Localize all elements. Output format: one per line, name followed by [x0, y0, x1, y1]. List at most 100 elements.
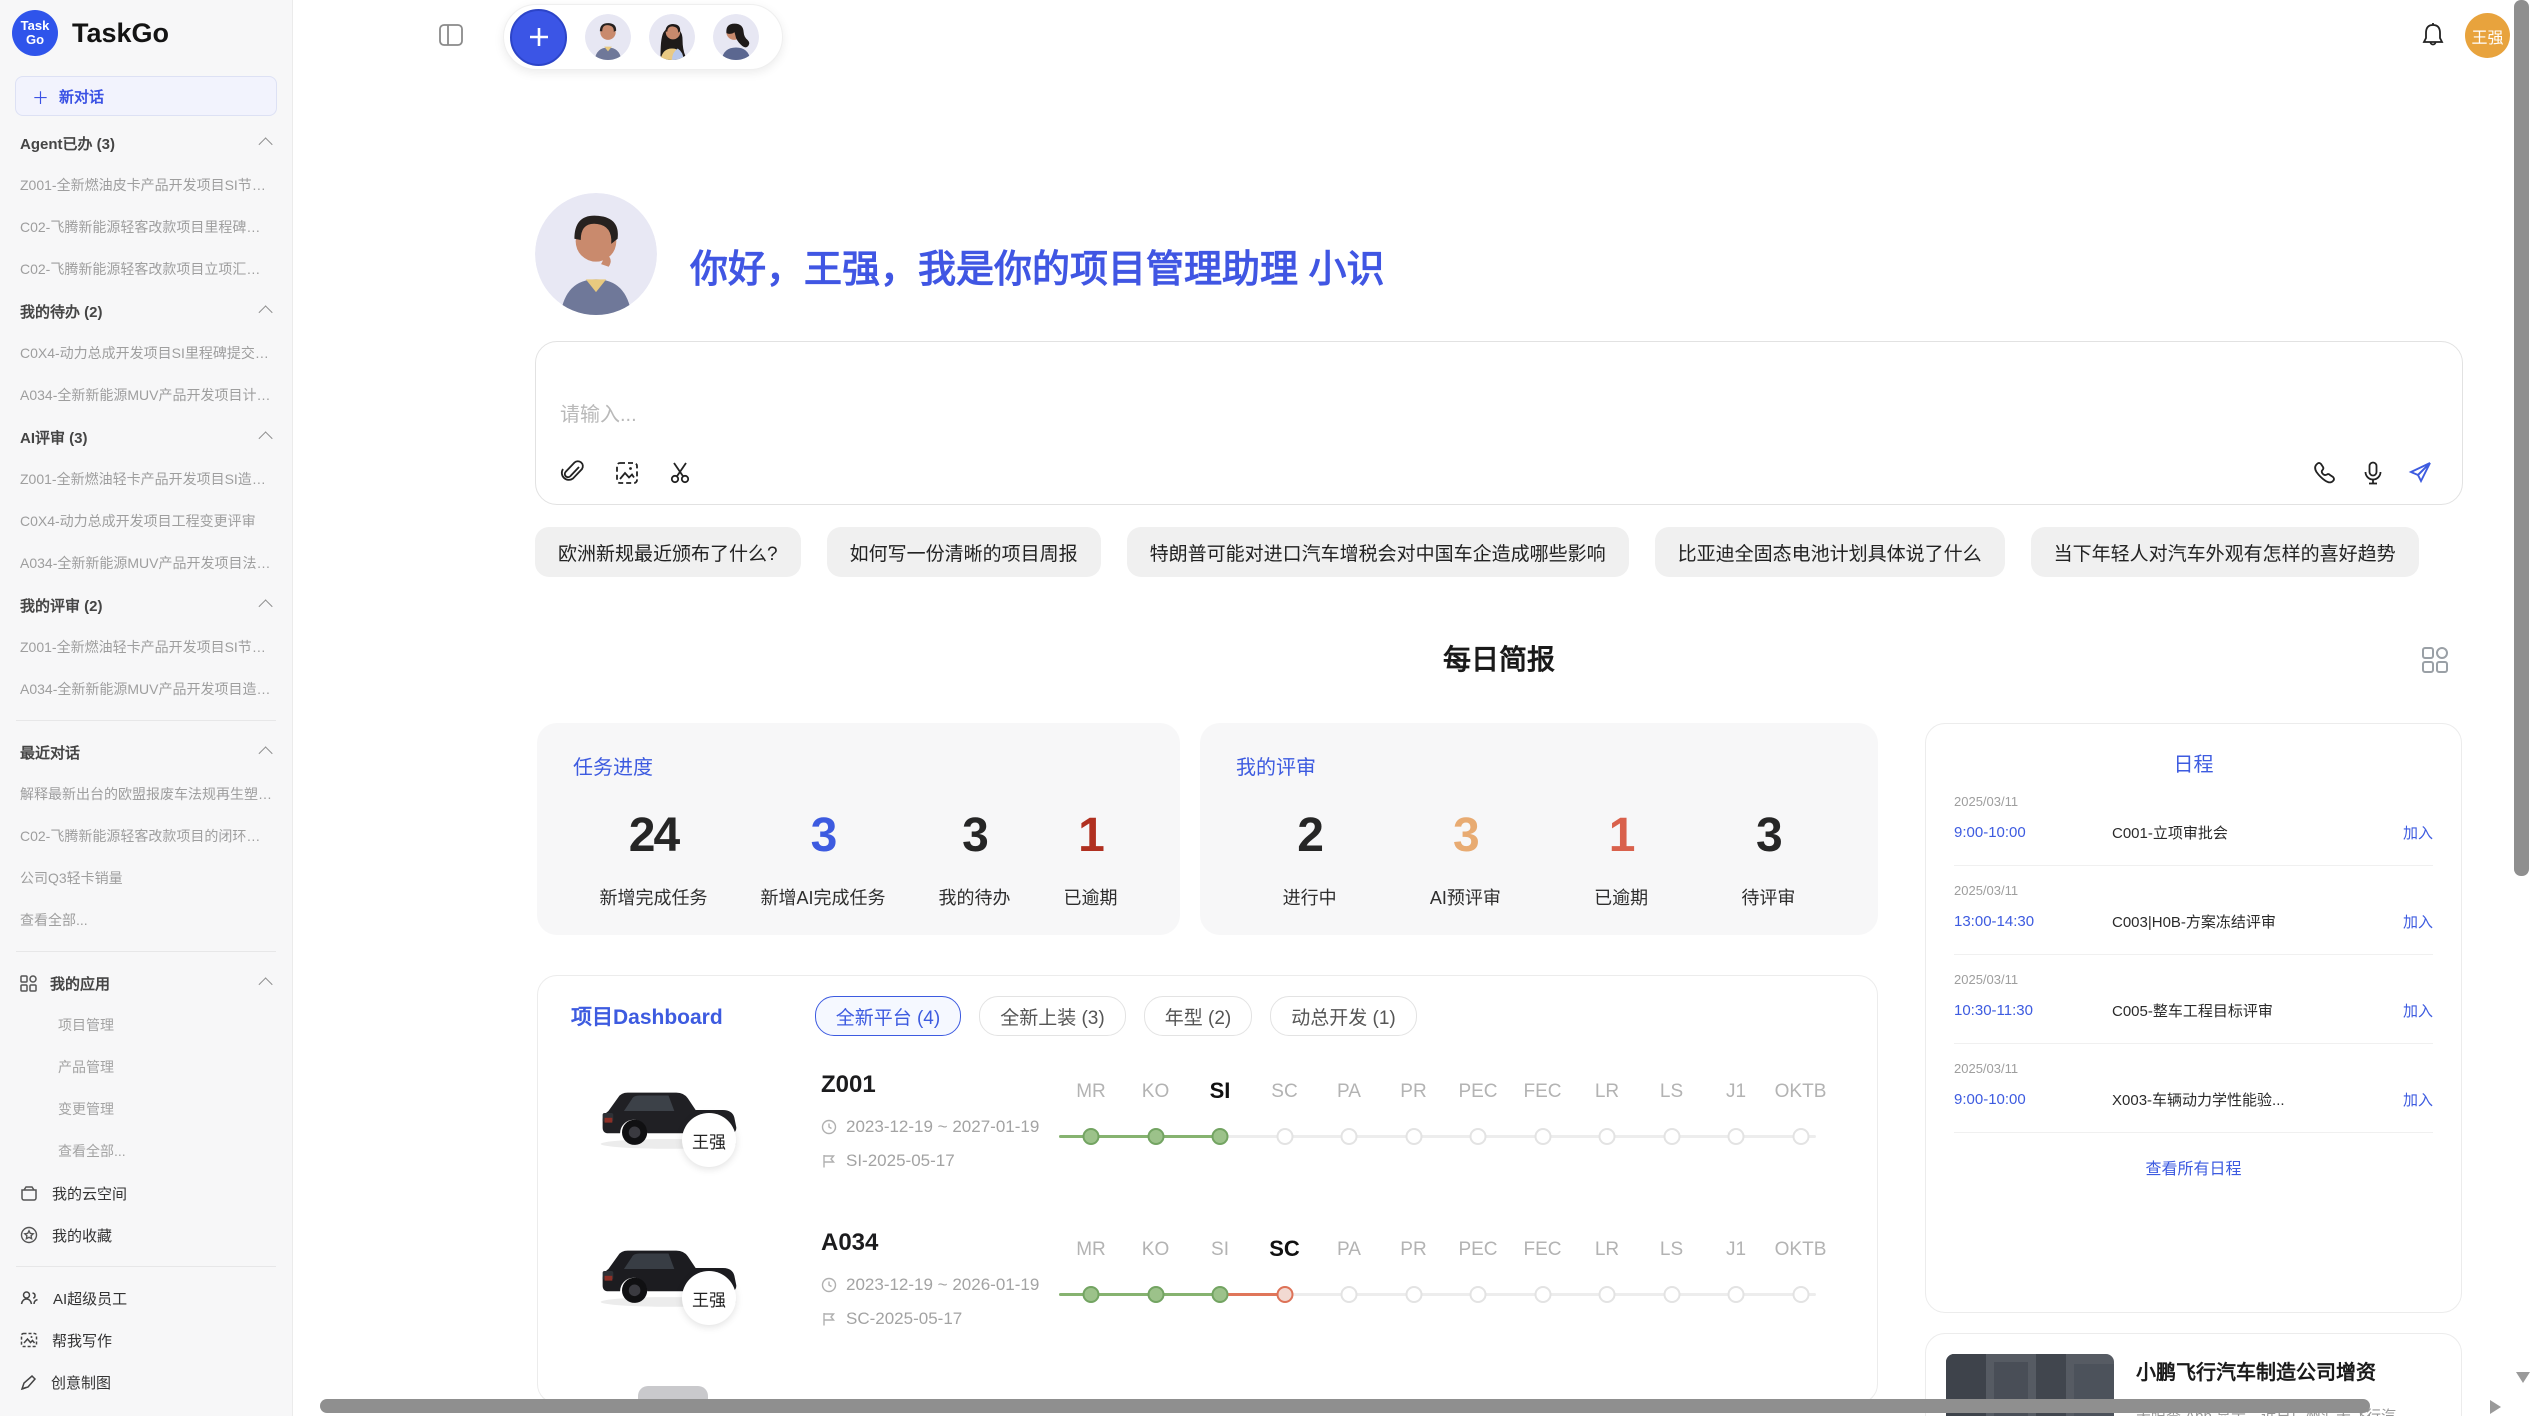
- stat: 1已逾期: [1594, 806, 1648, 910]
- add-member-button[interactable]: [510, 9, 567, 66]
- join-link[interactable]: 加入: [2403, 911, 2433, 932]
- milestone-label: LR: [1595, 1081, 1619, 1103]
- recent-view-all[interactable]: 查看全部...: [0, 899, 292, 941]
- schedule-item: 2025/03/11 9:00-10:00 C001-立项审批会 加入: [1954, 777, 2433, 866]
- view-all-schedule-link[interactable]: 查看所有日程: [1954, 1155, 2433, 1179]
- horizontal-scrollbar[interactable]: [320, 1399, 2370, 1413]
- milestone-label: FEC: [1524, 1239, 1562, 1261]
- pen-icon: [20, 1374, 37, 1391]
- tab-new-platform[interactable]: 全新平台 (4): [815, 996, 962, 1036]
- project-milestone-date: SC-2025-05-17: [821, 1309, 962, 1329]
- milestone-dot: [1212, 1128, 1229, 1145]
- suggestion-chip[interactable]: 如何写一份清晰的项目周报: [827, 527, 1101, 577]
- section-header-ai-review[interactable]: AI评审 (3): [0, 416, 292, 458]
- apps-view-all[interactable]: 查看全部...: [0, 1130, 292, 1172]
- sidebar-item-help-write[interactable]: 帮我写作: [0, 1319, 292, 1361]
- milestone-label: OKTB: [1775, 1239, 1827, 1261]
- sidebar-item[interactable]: Z001-全新燃油轻卡产品开发项目SI造型提交物评审: [0, 458, 292, 500]
- sidebar-item-cloud-space[interactable]: 我的云空间: [0, 1172, 292, 1214]
- sidebar-item[interactable]: Z001-全新燃油轻卡产品开发项目SI节点属性5D文件评审: [0, 626, 292, 668]
- schedule-item: 2025/03/11 10:30-11:30 C005-整车工程目标评审 加入: [1954, 955, 2433, 1044]
- milestone-dot: [1534, 1286, 1551, 1303]
- milestone-label: OKTB: [1775, 1081, 1827, 1103]
- suggestion-chip[interactable]: 当下年轻人对汽车外观有怎样的喜好趋势: [2031, 527, 2419, 577]
- chevron-up-icon: [259, 431, 273, 445]
- recent-chat-item[interactable]: 解释最新出台的欧盟报废车法规再生塑料比例被调至15%...: [0, 773, 292, 815]
- milestone-dot: [1663, 1128, 1680, 1145]
- scroll-down-arrow[interactable]: [2516, 1372, 2530, 1383]
- member-avatar[interactable]: [585, 14, 631, 60]
- my-review-card: 我的评审 2进行中 3AI预评审 1已逾期 3待评审: [1200, 723, 1878, 935]
- suggestion-chip[interactable]: 欧洲新规最近颁布了什么?: [535, 527, 801, 577]
- section-header-recent-chats[interactable]: 最近对话: [0, 731, 292, 773]
- schedule-date: 2025/03/11: [1954, 972, 2433, 987]
- tab-powertrain[interactable]: 动总开发 (1): [1270, 996, 1417, 1036]
- recent-chat-item[interactable]: C02-飞腾新能源轻客改款项目的闭环通告反馈情况: [0, 815, 292, 857]
- collapse-panel-icon[interactable]: [438, 22, 464, 48]
- send-icon[interactable]: [2408, 460, 2434, 486]
- milestone-dot: [1276, 1286, 1293, 1303]
- section-header-agent-done[interactable]: Agent已办 (3): [0, 122, 292, 164]
- logo-line1: Task: [21, 19, 50, 33]
- scissors-icon[interactable]: [668, 460, 694, 486]
- card-title: 我的评审: [1236, 751, 1842, 780]
- apps-grid-icon: [20, 975, 37, 992]
- sidebar-item-creative-draw[interactable]: 创意制图: [0, 1361, 292, 1403]
- screenshot-image-icon[interactable]: [614, 460, 640, 486]
- sidebar-item-favorites[interactable]: 我的收藏: [0, 1214, 292, 1256]
- app-item-project-mgmt[interactable]: 项目管理: [0, 1004, 292, 1046]
- timeline-overdue-segment: [1220, 1293, 1285, 1296]
- user-avatar[interactable]: 王强: [2465, 13, 2510, 58]
- join-link[interactable]: 加入: [2403, 1000, 2433, 1021]
- milestone-dot: [1728, 1128, 1745, 1145]
- new-chat-button[interactable]: ＋ 新对话: [15, 76, 277, 116]
- milestone-dot: [1147, 1128, 1164, 1145]
- sidebar-item[interactable]: A034-全新新能源MUV产品开发项目计划变更表编写: [0, 374, 292, 416]
- chat-input-box[interactable]: 请输入...: [535, 341, 2463, 505]
- app-item-change-mgmt[interactable]: 变更管理: [0, 1088, 292, 1130]
- project-dates: 2023-12-19 ~ 2027-01-19: [821, 1117, 1039, 1137]
- layout-grid-icon[interactable]: [2420, 645, 2450, 675]
- section-header-my-todo[interactable]: 我的待办 (2): [0, 290, 292, 332]
- join-link[interactable]: 加入: [2403, 822, 2433, 843]
- project-code: Z001: [821, 1071, 876, 1099]
- milestone-timeline: MRKOSISCPAPRPECFECLRLSJ1OKTB: [1059, 1235, 1849, 1325]
- stat: 24新增完成任务: [599, 806, 707, 910]
- tab-new-body[interactable]: 全新上装 (3): [979, 996, 1126, 1036]
- vertical-scrollbar[interactable]: [2514, 0, 2529, 876]
- chevron-up-icon: [259, 137, 273, 151]
- section-header-my-review[interactable]: 我的评审 (2): [0, 584, 292, 626]
- notification-bell-icon[interactable]: [2418, 21, 2448, 51]
- stat: 3AI预评审: [1430, 806, 1501, 910]
- tab-year-model[interactable]: 年型 (2): [1144, 996, 1253, 1036]
- attachment-icon[interactable]: [560, 460, 586, 486]
- microphone-icon[interactable]: [2360, 460, 2386, 486]
- sidebar-item[interactable]: C0X4-动力总成开发项目工程变更评审: [0, 500, 292, 542]
- project-row[interactable]: 王强 Z001 2023-12-19 ~ 2027-01-19 SI-2025-…: [538, 1061, 1878, 1219]
- suggestion-chip[interactable]: 比亚迪全固态电池计划具体说了什么: [1655, 527, 2005, 577]
- sidebar-item[interactable]: A034-全新新能源MUV产品开发项目造型可行性评审: [0, 668, 292, 710]
- join-link[interactable]: 加入: [2403, 1089, 2433, 1110]
- suggestion-chips: 欧洲新规最近颁布了什么? 如何写一份清晰的项目周报 特朗普可能对进口汽车增税会对…: [535, 527, 2419, 577]
- section-header-my-apps[interactable]: 我的应用: [0, 962, 292, 1004]
- app-item-product-mgmt[interactable]: 产品管理: [0, 1046, 292, 1088]
- milestone-dot: [1405, 1128, 1422, 1145]
- assistant-avatar: [535, 193, 657, 315]
- member-avatar[interactable]: [649, 14, 695, 60]
- chevron-up-icon: [259, 305, 273, 319]
- member-avatar[interactable]: [713, 14, 759, 60]
- sidebar-item[interactable]: C02-飞腾新能源轻客改款项目里程碑画布: [0, 206, 292, 248]
- milestone-dot: [1792, 1128, 1809, 1145]
- avatar-woman-profile-illustration: [713, 14, 759, 60]
- scroll-right-arrow[interactable]: [2490, 1400, 2501, 1414]
- sidebar-item[interactable]: C0X4-动力总成开发项目SI里程碑提交物检查: [0, 332, 292, 374]
- sidebar-item-ai-employee[interactable]: AI超级员工: [0, 1277, 292, 1319]
- suggestion-chip[interactable]: 特朗普可能对进口汽车增税会对中国车企造成哪些影响: [1127, 527, 1629, 577]
- project-row[interactable]: 王强 A034 2023-12-19 ~ 2026-01-19 SC-2025-…: [538, 1219, 1878, 1377]
- voice-call-icon[interactable]: [2312, 460, 2338, 486]
- milestone-label: PA: [1337, 1239, 1361, 1261]
- recent-chat-item[interactable]: 公司Q3轻卡销量: [0, 857, 292, 899]
- sidebar-item[interactable]: A034-全新新能源MUV产品开发项目法规符合性评审: [0, 542, 292, 584]
- sidebar-item[interactable]: Z001-全新燃油皮卡产品开发项目SI节点Lesson Learn报告: [0, 164, 292, 206]
- sidebar-item[interactable]: C02-飞腾新能源轻客改款项目立项汇报方案: [0, 248, 292, 290]
